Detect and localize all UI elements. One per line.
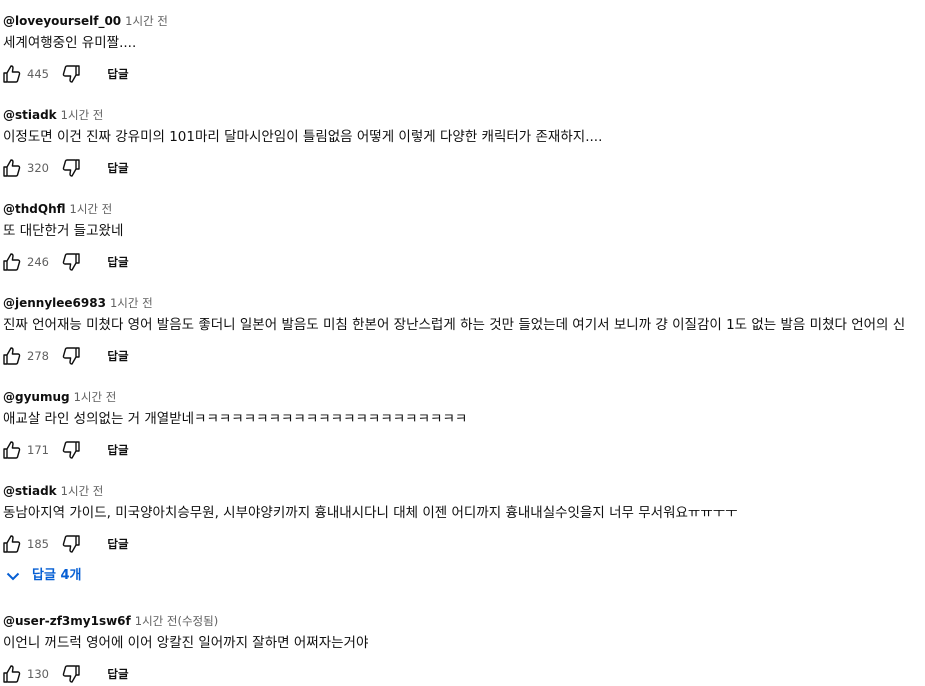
comment-time[interactable]: 1시간 전(수정됨) — [135, 614, 218, 628]
comment-actions: 171 답글 — [0, 438, 200, 462]
comment-header: @stiadk 1시간 전 — [3, 104, 103, 124]
comment-time[interactable]: 1시간 전 — [61, 484, 104, 498]
comment-time[interactable]: 1시간 전 — [74, 390, 117, 404]
thumbs-down-icon — [59, 250, 83, 274]
like-button[interactable] — [0, 532, 24, 556]
dislike-button[interactable] — [59, 344, 83, 368]
like-count: 185 — [27, 537, 49, 551]
like-count: 445 — [27, 67, 49, 81]
dislike-button[interactable] — [59, 438, 83, 462]
comment-time[interactable]: 1시간 전 — [125, 14, 168, 28]
thumbs-up-icon — [0, 438, 24, 462]
thumbs-up-icon — [0, 250, 24, 274]
reply-button[interactable]: 답글 — [102, 532, 134, 556]
dislike-button[interactable] — [59, 156, 83, 180]
comment-text: 애교살 라인 성의없는 거 개열받네ㅋㅋㅋㅋㅋㅋㅋㅋㅋㅋㅋㅋㅋㅋㅋㅋㅋㅋㅋㅋㅋㅋ — [3, 411, 468, 427]
comment-text: 이정도면 이건 진짜 강유미의 101마리 달마시안임이 틀림없음 어떻게 이렇… — [3, 129, 603, 145]
like-count: 171 — [27, 443, 49, 457]
comment-time[interactable]: 1시간 전 — [70, 202, 113, 216]
like-count: 246 — [27, 255, 49, 269]
dislike-button[interactable] — [59, 662, 83, 686]
comment-header: @user-zf3my1sw6f 1시간 전(수정됨) — [3, 610, 218, 630]
thumbs-down-icon — [59, 344, 83, 368]
like-button[interactable] — [0, 344, 24, 368]
like-count: 278 — [27, 349, 49, 363]
comment-actions: 278 답글 — [0, 344, 200, 368]
like-count: 320 — [27, 161, 49, 175]
comment-actions: 246 답글 — [0, 250, 200, 274]
comment-author[interactable]: @gyumug — [3, 390, 70, 404]
comment-header: @loveyourself_00 1시간 전 — [3, 10, 168, 30]
reply-button[interactable]: 답글 — [102, 344, 134, 368]
comment-header: @stiadk 1시간 전 — [3, 480, 103, 500]
thumbs-down-icon — [59, 662, 83, 686]
thumbs-up-icon — [0, 532, 24, 556]
comment-author[interactable]: @jennylee6983 — [3, 296, 106, 310]
like-count: 130 — [27, 667, 49, 681]
dislike-button[interactable] — [59, 62, 83, 86]
reply-button[interactable]: 답글 — [102, 62, 134, 86]
comment-header: @thdQhfl 1시간 전 — [3, 198, 112, 218]
comment-author[interactable]: @user-zf3my1sw6f — [3, 614, 131, 628]
dislike-button[interactable] — [59, 250, 83, 274]
like-button[interactable] — [0, 156, 24, 180]
comment-text: 동남아지역 가이드, 미국양아치승무원, 시부야양키까지 흉내내시다니 대체 이… — [3, 505, 738, 521]
thumbs-down-icon — [59, 62, 83, 86]
show-replies-label: 답글 4개 — [32, 568, 82, 583]
thumbs-down-icon — [59, 156, 83, 180]
show-replies-button[interactable]: 답글 4개 — [0, 562, 100, 590]
comment-author[interactable]: @thdQhfl — [3, 202, 66, 216]
chevron-down-icon — [6, 572, 20, 581]
thumbs-up-icon — [0, 62, 24, 86]
comment-actions: 130 답글 — [0, 662, 200, 686]
comment-text: 이언니 꺼드럭 영어에 이어 앙칼진 일어까지 잘하면 어쩌자는거야 — [3, 635, 369, 651]
comment-header: @gyumug 1시간 전 — [3, 386, 116, 406]
like-button[interactable] — [0, 662, 24, 686]
thumbs-up-icon — [0, 156, 24, 180]
comment-text: 세계여행중인 유미짤.... — [3, 35, 137, 51]
reply-button[interactable]: 답글 — [102, 438, 134, 462]
comment-time[interactable]: 1시간 전 — [110, 296, 153, 310]
comment-actions: 185 답글 — [0, 532, 200, 556]
comment-text: 진짜 언어재능 미쳤다 영어 발음도 좋더니 일본어 발음도 미침 한본어 장난… — [3, 317, 906, 333]
like-button[interactable] — [0, 438, 24, 462]
thumbs-down-icon — [59, 532, 83, 556]
like-button[interactable] — [0, 62, 24, 86]
reply-button[interactable]: 답글 — [102, 250, 134, 274]
comment-actions: 445 답글 — [0, 62, 200, 86]
reply-button[interactable]: 답글 — [102, 156, 134, 180]
like-button[interactable] — [0, 250, 24, 274]
comment-header: @jennylee6983 1시간 전 — [3, 292, 153, 312]
comment-author[interactable]: @stiadk — [3, 108, 57, 122]
comment-author[interactable]: @loveyourself_00 — [3, 14, 121, 28]
dislike-button[interactable] — [59, 532, 83, 556]
thumbs-up-icon — [0, 662, 24, 686]
comment-actions: 320 답글 — [0, 156, 200, 180]
comment-text: 또 대단한거 들고왔네 — [3, 223, 124, 239]
comment-time[interactable]: 1시간 전 — [61, 108, 104, 122]
thumbs-down-icon — [59, 438, 83, 462]
comment-author[interactable]: @stiadk — [3, 484, 57, 498]
reply-button[interactable]: 답글 — [102, 662, 134, 686]
thumbs-up-icon — [0, 344, 24, 368]
